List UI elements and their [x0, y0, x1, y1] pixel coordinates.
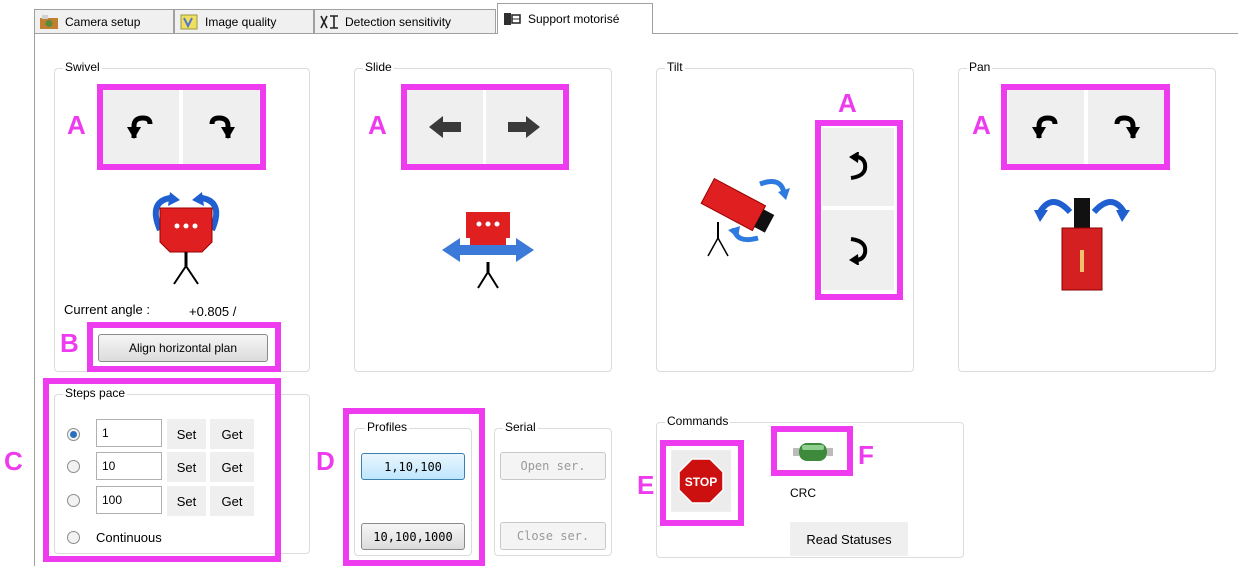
- pan-device-illustration: [1034, 198, 1130, 291]
- swivel-device-illustration: [152, 192, 220, 285]
- read-statuses-button[interactable]: Read Statuses: [790, 522, 908, 556]
- highlight-profiles: [343, 408, 485, 566]
- annotation-b: B: [60, 328, 79, 358]
- tab-bar: Camera setup Image quality Detection sen…: [0, 0, 1238, 36]
- open-serial-button[interactable]: Open ser.: [500, 452, 606, 480]
- tilt-group-label: Tilt: [665, 60, 685, 74]
- annotation-a-slide: A: [368, 110, 387, 140]
- commands-label: Commands: [665, 414, 731, 428]
- motorized-support-icon: [504, 13, 521, 25]
- highlight-tilt-buttons: [815, 120, 903, 300]
- annotation-f: F: [858, 440, 874, 470]
- annotation-a-tilt: A: [838, 88, 857, 118]
- tab-support-motorise[interactable]: Support motorisé: [497, 3, 653, 34]
- highlight-steps-pace: [43, 378, 281, 562]
- tab-image-quality[interactable]: Image quality: [174, 9, 314, 33]
- image-quality-icon: [180, 14, 198, 29]
- tab-label: Camera setup: [65, 14, 141, 29]
- camera-setup-icon: [40, 14, 58, 29]
- tab-label: Image quality: [205, 14, 277, 29]
- current-angle-label: Current angle :: [64, 302, 150, 317]
- tilt-device-illustration: [700, 178, 790, 257]
- highlight-align-button: [87, 322, 281, 372]
- highlight-stop: [660, 440, 744, 526]
- current-angle-value: +0.805 /: [189, 304, 237, 319]
- highlight-slide-buttons: [401, 84, 569, 170]
- read-statuses-label: Read Statuses: [806, 531, 892, 547]
- highlight-swivel-buttons: [97, 84, 266, 170]
- tab-camera-setup[interactable]: Camera setup: [34, 9, 174, 33]
- serial-label: Serial: [503, 420, 538, 434]
- annotation-a-pan: A: [972, 110, 991, 140]
- highlight-pan-buttons: [1001, 84, 1170, 170]
- annotation-a-swivel: A: [67, 110, 86, 140]
- tab-label: Support motorisé: [528, 12, 620, 26]
- annotation-d: D: [316, 446, 335, 476]
- open-serial-label: Open ser.: [520, 459, 586, 473]
- close-serial-label: Close ser.: [516, 529, 590, 543]
- crc-label: CRC: [790, 486, 816, 500]
- pan-group-label: Pan: [967, 60, 993, 74]
- tab-detection-sensitivity[interactable]: Detection sensitivity: [314, 9, 496, 33]
- annotation-e: E: [637, 470, 655, 500]
- close-serial-button[interactable]: Close ser.: [500, 522, 606, 550]
- slide-group-label: Slide: [363, 60, 394, 74]
- highlight-crc: [771, 426, 853, 476]
- detection-sensitivity-icon: [320, 14, 338, 29]
- swivel-group-label: Swivel: [63, 60, 102, 74]
- tab-label: Detection sensitivity: [345, 14, 452, 29]
- annotation-c: C: [4, 446, 23, 476]
- slide-device-illustration: [442, 212, 534, 289]
